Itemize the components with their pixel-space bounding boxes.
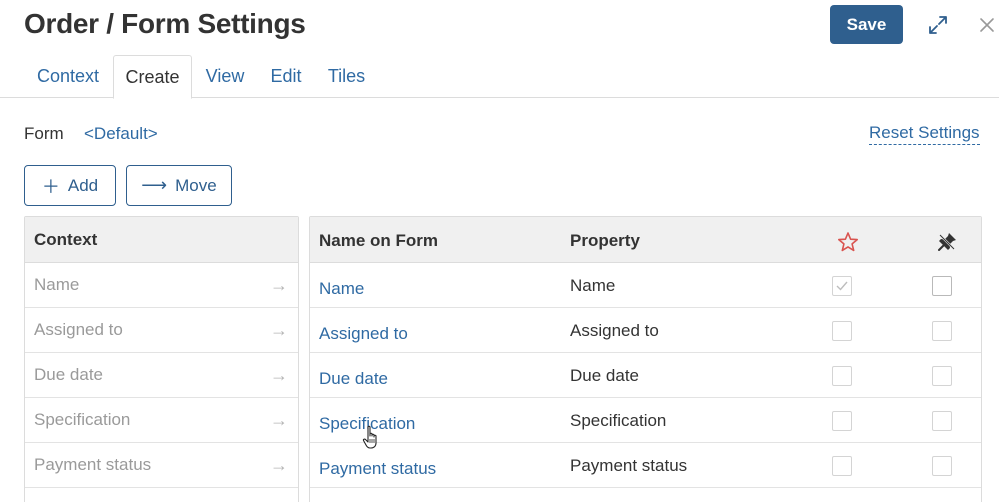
reset-settings-link[interactable]: Reset Settings <box>869 123 980 145</box>
column-name-on-form: Name on Form <box>319 231 439 250</box>
required-checkbox[interactable] <box>832 276 852 296</box>
arrow-right-icon[interactable]: → <box>270 365 288 386</box>
context-item-specification[interactable]: Specification → <box>25 398 298 443</box>
tab-view[interactable]: View <box>198 55 252 98</box>
pin-icon <box>938 233 956 251</box>
context-item-due-date[interactable]: Due date → <box>25 353 298 398</box>
arrow-right-icon[interactable]: → <box>270 320 288 341</box>
star-icon <box>838 232 858 252</box>
required-checkbox[interactable] <box>832 411 852 431</box>
add-button[interactable]: ＋ Add <box>24 165 116 206</box>
save-button[interactable]: Save <box>830 5 903 44</box>
form-selector[interactable]: <Default> <box>84 124 158 144</box>
close-icon[interactable] <box>977 15 997 35</box>
arrow-right-icon: ⟶ <box>141 175 168 195</box>
field-name-link[interactable]: Payment status <box>319 459 436 479</box>
form-label: Form <box>24 124 64 143</box>
table-row: Name Name <box>310 263 981 308</box>
arrow-right-icon[interactable]: → <box>270 455 288 476</box>
context-item-label: Assigned to <box>34 320 123 339</box>
field-name-link[interactable]: Due date <box>319 369 388 389</box>
context-item-assigned-to[interactable]: Assigned to → <box>25 308 298 353</box>
tab-context[interactable]: Context <box>27 55 109 98</box>
required-checkbox[interactable] <box>832 321 852 341</box>
hidden-checkbox[interactable] <box>932 366 952 386</box>
move-button[interactable]: ⟶ Move <box>126 165 232 206</box>
field-name-link[interactable]: Name <box>319 279 364 299</box>
arrow-right-icon[interactable]: → <box>270 275 288 296</box>
field-property: Name <box>570 276 616 295</box>
field-property: Assigned to <box>570 321 659 340</box>
required-checkbox[interactable] <box>832 456 852 476</box>
field-property: Due date <box>570 366 639 385</box>
table-header: Name on Form Property <box>310 217 981 263</box>
tab-create[interactable]: Create <box>113 55 192 99</box>
table-row: Assigned to Assigned to <box>310 308 981 353</box>
hidden-checkbox[interactable] <box>932 456 952 476</box>
hidden-checkbox[interactable] <box>932 321 952 341</box>
required-checkbox[interactable] <box>832 366 852 386</box>
table-row: Due date Due date <box>310 353 981 398</box>
add-button-label: Add <box>67 175 99 195</box>
hidden-checkbox[interactable] <box>932 276 952 296</box>
move-button-label: Move <box>175 175 217 195</box>
form-fields-table: Name on Form Property Name Name Assigned… <box>309 216 982 502</box>
page-title: Order / Form Settings <box>24 8 306 39</box>
context-panel: Context Name → Assigned to → Due date → … <box>24 216 299 502</box>
context-panel-header: Context <box>25 217 298 263</box>
context-item-name[interactable]: Name → <box>25 263 298 308</box>
expand-icon[interactable] <box>927 14 949 36</box>
field-name-link[interactable]: Assigned to <box>319 324 408 344</box>
plus-icon: ＋ <box>41 176 60 197</box>
context-item-label: Specification <box>34 410 131 429</box>
column-property: Property <box>570 231 640 250</box>
tab-bar: Context Create View Edit Tiles <box>0 55 999 99</box>
field-property: Specification <box>570 411 667 430</box>
context-item-payment-status[interactable]: Payment status → <box>25 443 298 488</box>
hidden-checkbox[interactable] <box>932 411 952 431</box>
table-row: Specification Specification <box>310 398 981 443</box>
hand-cursor-icon <box>362 425 377 449</box>
context-item-label: Due date <box>34 365 103 384</box>
table-row: Payment status Payment status <box>310 443 981 488</box>
tab-tiles[interactable]: Tiles <box>322 55 371 98</box>
context-item-label: Name <box>34 275 80 294</box>
context-item-label: Payment status <box>34 455 152 474</box>
field-property: Payment status <box>570 456 688 475</box>
arrow-right-icon[interactable]: → <box>270 410 288 431</box>
tab-edit[interactable]: Edit <box>264 55 308 98</box>
